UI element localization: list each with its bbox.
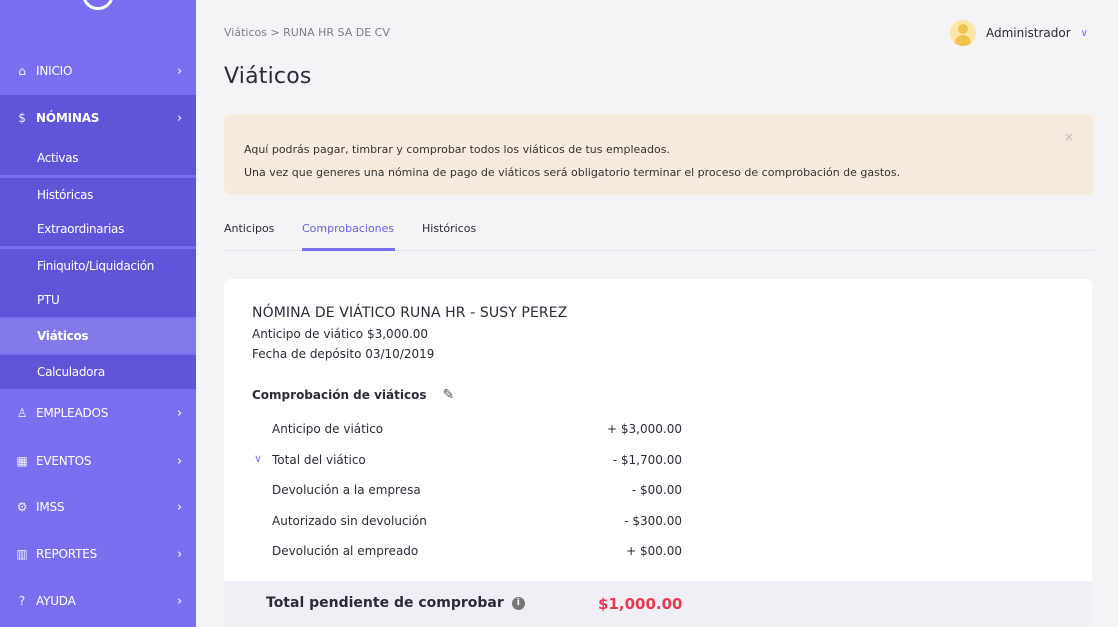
main-content: Viáticos > RUNA HR SA DE CV Administrado… bbox=[196, 0, 1118, 627]
tab-comprobaciones[interactable]: Comprobaciones bbox=[302, 222, 394, 235]
sidebar-item-label: NÓMINAS bbox=[36, 111, 100, 125]
sidebar-sub-ptu[interactable]: PTU bbox=[0, 283, 196, 317]
row-value: - $1,700.00 bbox=[612, 453, 682, 467]
section-title-text: Comprobación de viáticos bbox=[252, 388, 427, 402]
card-title: NÓMINA DE VIÁTICO RUNA HR - SUSY PEREZ bbox=[252, 305, 568, 321]
alert-line-1: Aquí podrás pagar, timbrar y comprobar t… bbox=[244, 143, 670, 156]
calendar-icon: ▦ bbox=[16, 454, 28, 468]
sidebar-item-reportes[interactable]: ▥ REPORTES › bbox=[0, 531, 196, 577]
sidebar-item-label: AYUDA bbox=[36, 594, 76, 608]
sidebar-item-label: IMSS bbox=[36, 500, 65, 514]
total-label: Total pendiente de comprobar bbox=[266, 595, 504, 611]
chevron-right-icon: › bbox=[177, 405, 182, 421]
sidebar-sub-historicas[interactable]: Históricas bbox=[0, 178, 196, 212]
advance-info: Anticipo de viático $3,000.00 bbox=[252, 327, 428, 341]
row-label: Devolución a la empresa bbox=[272, 483, 421, 497]
breadcrumb[interactable]: Viáticos > RUNA HR SA DE CV bbox=[224, 26, 390, 39]
summary-row: Devolución a la empresa - $00.00 bbox=[272, 483, 682, 503]
date-label: Fecha de depósito bbox=[252, 347, 362, 361]
section-title: Comprobación de viáticos ✎ bbox=[252, 387, 454, 403]
chevron-right-icon: › bbox=[177, 110, 182, 126]
summary-row: Devolución al empreado + $00.00 bbox=[272, 544, 682, 564]
chevron-down-icon[interactable]: ∨ bbox=[254, 452, 262, 465]
total-label-group: Total pendiente de comprobar i bbox=[266, 595, 525, 611]
page-title: Viáticos bbox=[224, 64, 312, 89]
avatar bbox=[949, 20, 976, 46]
gears-icon: ⚙ bbox=[16, 500, 28, 514]
info-alert: × Aquí podrás pagar, timbrar y comprobar… bbox=[224, 114, 1094, 195]
user-name: Administrador bbox=[985, 26, 1071, 40]
sidebar-item-ayuda[interactable]: ? AYUDA › bbox=[0, 578, 196, 624]
sidebar-item-inicio[interactable]: ⌂ INICIO › bbox=[0, 48, 196, 94]
tab-anticipos[interactable]: Anticipos bbox=[224, 222, 274, 235]
logo[interactable] bbox=[82, 0, 114, 10]
row-label: Autorizado sin devolución bbox=[272, 514, 427, 528]
summary-row: ∨ Total del viático - $1,700.00 bbox=[254, 452, 682, 473]
advance-label: Anticipo de viático bbox=[252, 327, 364, 341]
row-value: + $3,000.00 bbox=[607, 422, 682, 436]
user-icon: ♙ bbox=[16, 406, 28, 420]
date-value: 03/10/2019 bbox=[365, 347, 435, 361]
close-icon[interactable]: × bbox=[1064, 126, 1074, 149]
row-value: + $00.00 bbox=[626, 544, 682, 558]
pencil-icon[interactable]: ✎ bbox=[442, 387, 454, 403]
sidebar-item-label: EVENTOS bbox=[36, 454, 92, 468]
chevron-down-icon: ∨ bbox=[1080, 27, 1088, 39]
sidebar-item-eventos[interactable]: ▦ EVENTOS › bbox=[0, 438, 196, 484]
sidebar-sub-calculadora[interactable]: Calculadora bbox=[0, 355, 196, 389]
total-value: $1,000.00 bbox=[598, 595, 683, 613]
sidebar-sub-viaticos[interactable]: Viáticos bbox=[0, 319, 196, 353]
sidebar-sub-finiquito[interactable]: Finiquito/Liquidación bbox=[0, 249, 196, 283]
sidebar: ⌂ INICIO › $ NÓMINAS › Activas Histórica… bbox=[0, 0, 196, 627]
deposit-date-info: Fecha de depósito 03/10/2019 bbox=[252, 347, 434, 361]
sidebar-item-label: EMPLEADOS bbox=[36, 406, 109, 420]
chart-icon: ▥ bbox=[16, 547, 28, 561]
sidebar-item-empleados[interactable]: ♙ EMPLEADOS › bbox=[0, 390, 196, 436]
chevron-right-icon: › bbox=[177, 63, 182, 79]
tab-historicos[interactable]: Históricos bbox=[422, 222, 476, 235]
chevron-right-icon: › bbox=[177, 546, 182, 562]
help-icon: ? bbox=[18, 594, 26, 608]
row-value: - $300.00 bbox=[624, 514, 682, 528]
row-label: Anticipo de viático bbox=[272, 422, 384, 436]
chevron-right-icon: › bbox=[177, 453, 182, 469]
sidebar-item-label: INICIO bbox=[36, 64, 73, 78]
sidebar-sub-activas[interactable]: Activas bbox=[0, 141, 196, 175]
dollar-icon: $ bbox=[18, 111, 26, 125]
sidebar-sub-extraordinarias[interactable]: Extraordinarias bbox=[0, 212, 196, 246]
viatico-card: NÓMINA DE VIÁTICO RUNA HR - SUSY PEREZ A… bbox=[224, 279, 1092, 627]
chevron-right-icon: › bbox=[177, 499, 182, 515]
sidebar-item-label: REPORTES bbox=[36, 547, 97, 561]
row-value: - $00.00 bbox=[631, 483, 682, 497]
alert-line-2: Una vez que generes una nómina de pago d… bbox=[244, 166, 901, 179]
home-icon: ⌂ bbox=[18, 64, 26, 78]
info-icon[interactable]: i bbox=[511, 596, 525, 610]
active-tab-indicator bbox=[302, 248, 395, 251]
summary-row: Autorizado sin devolución - $300.00 bbox=[272, 514, 682, 534]
tabs: Anticipos Comprobaciones Históricos bbox=[224, 218, 1094, 251]
row-label: Devolución al empreado bbox=[272, 544, 419, 558]
row-label: Total del viático bbox=[272, 453, 366, 467]
sidebar-item-nominas[interactable]: $ NÓMINAS › bbox=[0, 95, 196, 141]
user-menu[interactable]: Administrador ∨ bbox=[949, 20, 1088, 46]
chevron-right-icon: › bbox=[177, 593, 182, 609]
total-bar: Total pendiente de comprobar i $1,000.00 bbox=[224, 581, 1092, 627]
sidebar-item-imss[interactable]: ⚙ IMSS › bbox=[0, 484, 196, 530]
summary-row: Anticipo de viático + $3,000.00 bbox=[272, 422, 682, 442]
advance-value: $3,000.00 bbox=[366, 327, 429, 341]
